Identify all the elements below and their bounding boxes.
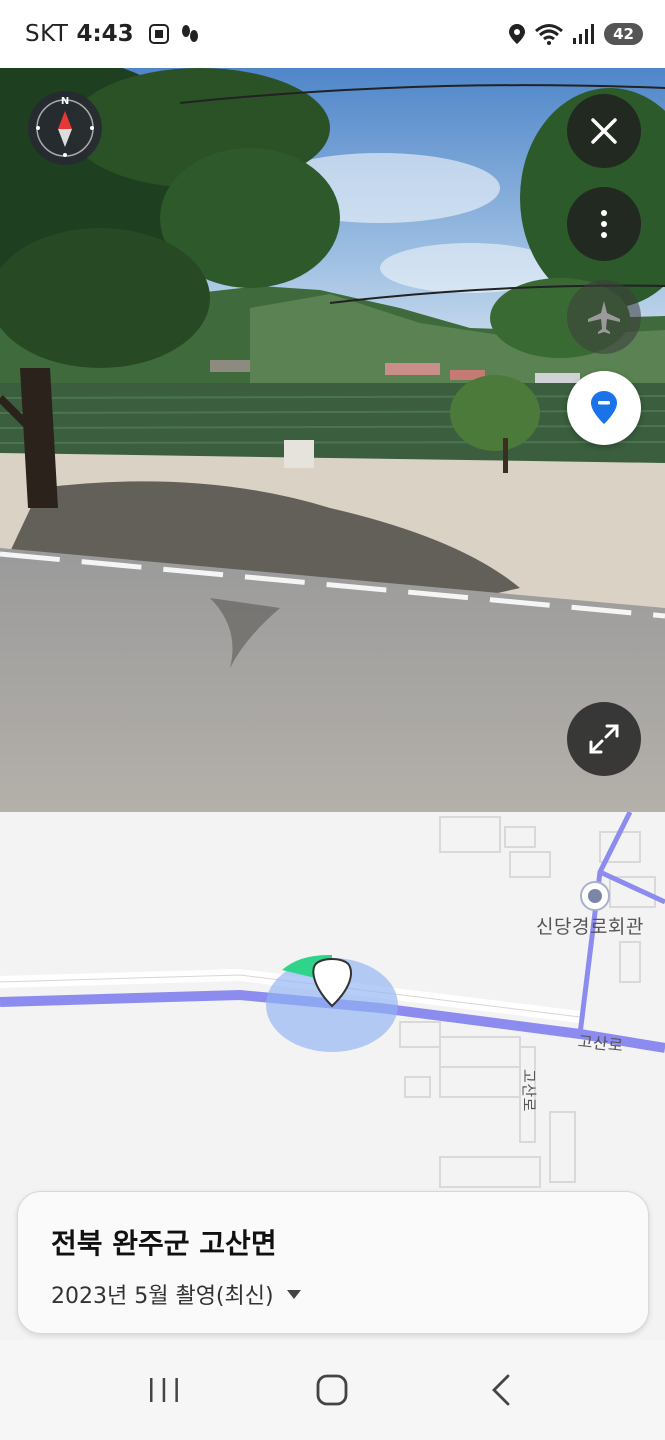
recent-apps-icon xyxy=(150,1378,179,1402)
screenshot-icon xyxy=(148,24,169,44)
location-pin-icon xyxy=(591,391,617,424)
wifi-icon xyxy=(535,24,564,45)
aerial-view-button[interactable] xyxy=(567,280,641,354)
system-nav-bar xyxy=(0,1340,665,1440)
steps-icon xyxy=(181,25,198,42)
road-label-main: 고산로 xyxy=(576,1031,625,1056)
compass-north-label: N xyxy=(61,96,69,107)
close-button[interactable] xyxy=(567,94,641,168)
home-icon xyxy=(317,1374,348,1406)
more-vertical-icon xyxy=(601,210,607,238)
signal-icon xyxy=(573,24,595,44)
more-options-button[interactable] xyxy=(567,187,641,261)
road-label-side: 고산로 xyxy=(519,1069,538,1112)
close-icon xyxy=(591,118,617,144)
dropdown-arrow-icon xyxy=(286,1290,301,1299)
battery-indicator: 42 xyxy=(604,23,643,45)
location-icon xyxy=(509,24,526,44)
recent-apps-button[interactable] xyxy=(124,1360,204,1420)
status-bar: SKT 4:43 42 xyxy=(0,0,665,68)
map-location-button[interactable] xyxy=(567,371,641,445)
back-button[interactable] xyxy=(461,1360,541,1420)
carrier-label: SKT xyxy=(25,21,69,47)
capture-date-selector[interactable]: 2023년 5월 촬영(최신) xyxy=(51,1278,615,1310)
compass-button[interactable]: N xyxy=(28,91,102,165)
capture-date-label: 2023년 5월 촬영(최신) xyxy=(51,1284,274,1309)
poi-label: 신당경로회관 xyxy=(536,916,644,938)
location-info-card: 전북 완주군 고산면 2023년 5월 촬영(최신) xyxy=(17,1191,649,1334)
address-title: 전북 완주군 고산면 xyxy=(51,1227,277,1260)
app-root: SKT 4:43 42 N 신당경로회관 고산로 고산로 전북 완주군 고산면 … xyxy=(0,0,665,1440)
panorama-image xyxy=(0,68,665,812)
street-view-panorama[interactable]: N xyxy=(0,68,665,812)
status-time: 4:43 xyxy=(76,21,134,47)
airplane-icon xyxy=(588,301,620,334)
compass-icon: N xyxy=(36,96,94,157)
back-icon xyxy=(491,1374,510,1406)
home-button[interactable] xyxy=(292,1360,372,1420)
expand-icon xyxy=(589,724,619,754)
fullscreen-button[interactable] xyxy=(567,702,641,776)
